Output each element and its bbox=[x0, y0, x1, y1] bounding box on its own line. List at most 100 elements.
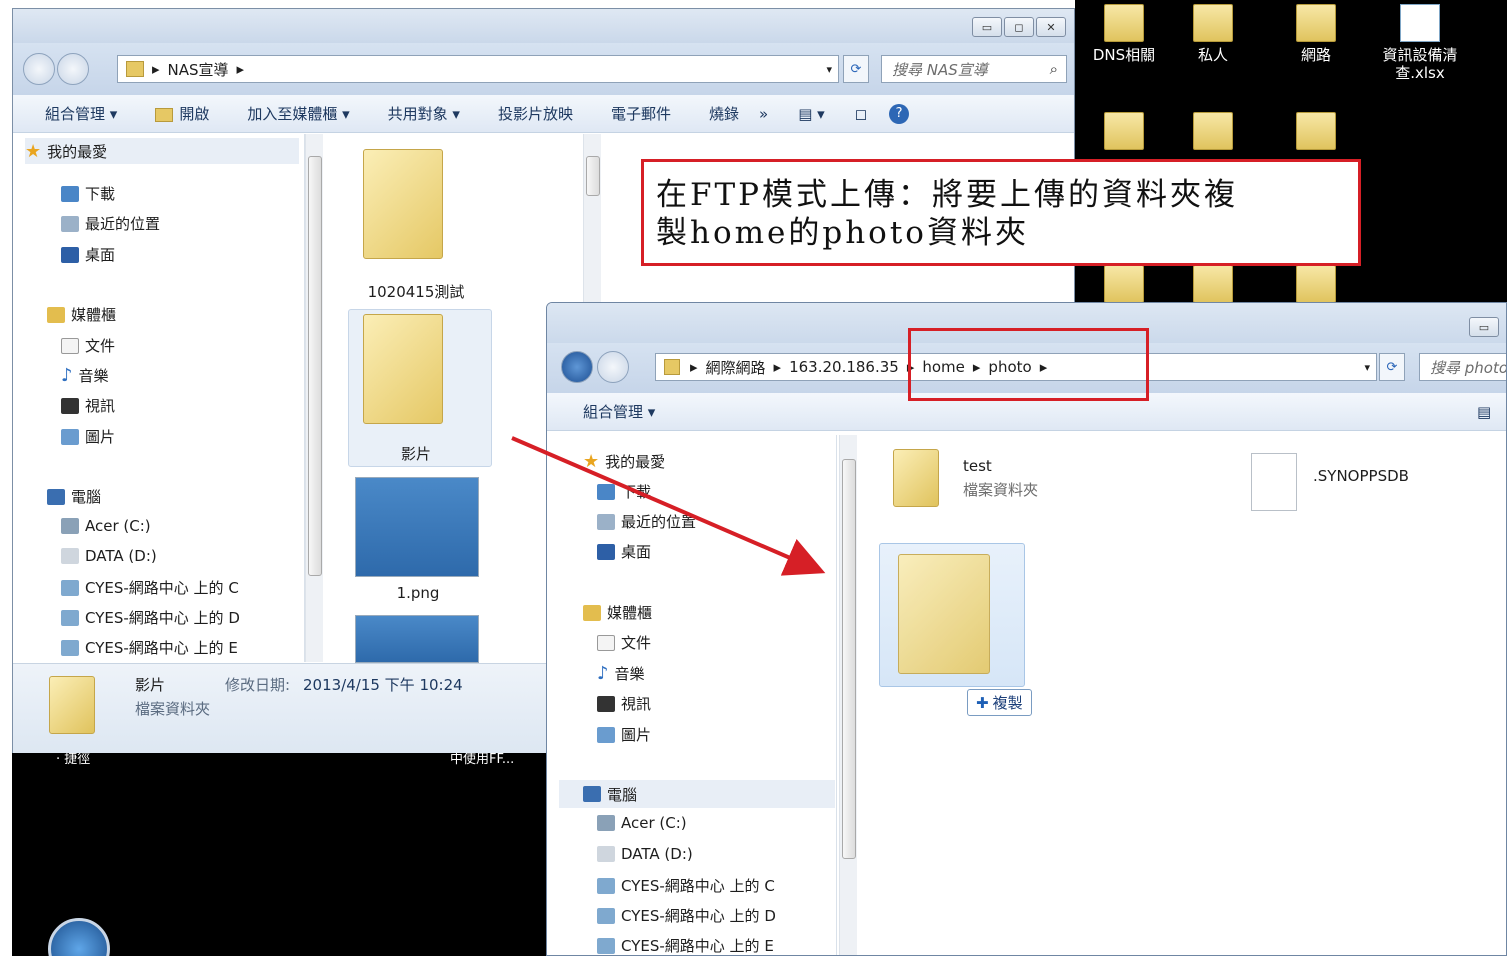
chevron-down-icon[interactable]: ▾ bbox=[826, 63, 832, 76]
nav-drive-c[interactable]: Acer (C:) bbox=[597, 814, 687, 832]
nav-documents[interactable]: 文件 bbox=[597, 632, 651, 653]
nav-computer[interactable]: 電腦 bbox=[47, 486, 101, 507]
nav-drive-d[interactable]: DATA (D:) bbox=[61, 547, 157, 565]
breadcrumb-item[interactable]: NAS宣導 bbox=[168, 59, 229, 80]
desktop-icon-xlsx[interactable]: 資訊設備清查.xlsx bbox=[1368, 4, 1472, 82]
organize-button[interactable]: 組合管理 ▾ bbox=[45, 103, 117, 124]
minimize-button[interactable]: ▭ bbox=[972, 17, 1002, 37]
nav-network-drive-c[interactable]: CYES-網路中心 上的 C bbox=[61, 577, 239, 598]
folder-icon bbox=[664, 359, 680, 375]
back-button[interactable] bbox=[23, 53, 55, 85]
nav-downloads[interactable]: 下載 bbox=[61, 183, 115, 204]
help-icon[interactable]: ? bbox=[889, 103, 910, 124]
nav-desktop[interactable]: 桌面 bbox=[597, 541, 651, 562]
file-icon[interactable] bbox=[1251, 453, 1297, 511]
slideshow-button[interactable]: 投影片放映 bbox=[498, 103, 573, 124]
nav-recent-places[interactable]: 最近的位置 bbox=[61, 213, 160, 234]
nav-libraries[interactable]: 媒體櫃 bbox=[583, 602, 652, 623]
nav-network-drive-d[interactable]: CYES-網路中心 上的 D bbox=[597, 905, 776, 926]
folder-icon[interactable] bbox=[363, 149, 443, 259]
email-button[interactable]: 電子郵件 bbox=[611, 103, 671, 124]
view-options-icon[interactable]: ▤ bbox=[1477, 403, 1491, 421]
nav-network-drive-e[interactable]: CYES-網路中心 上的 E bbox=[61, 637, 238, 658]
nav-favorites[interactable]: ★ 我的最愛 bbox=[25, 138, 299, 164]
organize-button[interactable]: 組合管理 ▾ bbox=[583, 401, 655, 422]
desktop-folder-row2-3[interactable] bbox=[1268, 112, 1364, 154]
refresh-icon[interactable]: ⟳ bbox=[843, 55, 869, 83]
nav-label: 電腦 bbox=[71, 488, 102, 506]
nav-drive-d[interactable]: DATA (D:) bbox=[597, 845, 693, 863]
desktop-icon-network[interactable]: 網路 bbox=[1268, 4, 1364, 64]
nav-network-drive-c[interactable]: CYES-網路中心 上的 C bbox=[597, 875, 775, 896]
file-name[interactable]: .SYNOPPSDB bbox=[1313, 467, 1409, 485]
breadcrumb-item[interactable]: 163.20.186.35 bbox=[789, 358, 899, 376]
search-input[interactable]: 搜尋 photo bbox=[1419, 353, 1506, 381]
browser-icon[interactable] bbox=[48, 918, 110, 956]
nav-pictures[interactable]: 圖片 bbox=[61, 426, 115, 447]
file-name[interactable]: test bbox=[963, 457, 992, 475]
scrollbar-thumb[interactable] bbox=[308, 156, 322, 576]
desktop-folder-row3-3[interactable] bbox=[1268, 265, 1364, 307]
caption-buttons: ▭ ◻ ✕ bbox=[972, 17, 1066, 37]
close-button[interactable]: ✕ bbox=[1036, 17, 1066, 37]
nav-computer[interactable]: 電腦 bbox=[559, 780, 835, 808]
libraries-icon bbox=[47, 306, 65, 323]
nav-desktop[interactable]: 桌面 bbox=[61, 244, 115, 265]
image-thumbnail[interactable] bbox=[355, 477, 479, 577]
nav-scrollbar[interactable] bbox=[839, 435, 857, 955]
nav-videos[interactable]: 視訊 bbox=[61, 395, 115, 416]
desktop-icon-private[interactable]: 私人 bbox=[1165, 4, 1261, 64]
file-name[interactable]: 影片 bbox=[361, 443, 471, 464]
nav-recent-places[interactable]: 最近的位置 bbox=[597, 511, 696, 532]
desktop-folder-row2-2[interactable] bbox=[1165, 112, 1261, 154]
desktop-folder-row3-2[interactable] bbox=[1165, 265, 1261, 307]
search-input[interactable]: 搜尋 NAS宣導 ⌕ bbox=[881, 55, 1067, 83]
nav-label: CYES-網路中心 上的 E bbox=[621, 937, 774, 955]
folder-icon[interactable] bbox=[363, 314, 443, 424]
breadcrumb-item[interactable]: 網際網路 bbox=[706, 357, 766, 378]
forward-button[interactable] bbox=[597, 351, 629, 383]
share-with-button[interactable]: 共用對象 ▾ bbox=[388, 103, 460, 124]
minimize-button[interactable]: ▭ bbox=[1469, 317, 1499, 337]
chevron-down-icon[interactable]: ▾ bbox=[1364, 361, 1370, 374]
nav-pictures[interactable]: 圖片 bbox=[597, 724, 651, 745]
burn-button[interactable]: 燒錄 bbox=[709, 103, 739, 124]
folder-icon bbox=[1104, 265, 1144, 303]
folder-icon bbox=[1193, 112, 1233, 150]
desktop-icon-dns[interactable]: DNS相關 bbox=[1076, 4, 1172, 64]
forward-button[interactable] bbox=[57, 53, 89, 85]
pictures-icon bbox=[61, 428, 79, 445]
nav-music[interactable]: ♪ 音樂 bbox=[61, 365, 109, 386]
desktop-icon-label: 私人 bbox=[1197, 46, 1228, 64]
file-name[interactable]: 1.png bbox=[363, 584, 473, 602]
nav-network-drive-d[interactable]: CYES-網路中心 上的 D bbox=[61, 607, 240, 628]
folder-icon bbox=[126, 61, 144, 77]
nav-videos[interactable]: 視訊 bbox=[597, 693, 651, 714]
nav-music[interactable]: ♪ 音樂 bbox=[597, 663, 645, 684]
add-to-library-button[interactable]: 加入至媒體櫃 ▾ bbox=[247, 103, 349, 124]
view-options-icon[interactable]: ▤ ▾ bbox=[798, 105, 824, 123]
maximize-button[interactable]: ◻ bbox=[1004, 17, 1034, 37]
nav-scrollbar[interactable] bbox=[305, 134, 323, 662]
scrollbar-thumb[interactable] bbox=[586, 156, 600, 196]
nav-network-drive-e[interactable]: CYES-網路中心 上的 E bbox=[597, 935, 774, 955]
search-icon: ⌕ bbox=[1049, 60, 1058, 78]
preview-pane-icon[interactable]: ◻ bbox=[855, 105, 867, 123]
details-pane: 影片 修改日期: 2013/4/15 下午 10:24 檔案資料夾 bbox=[13, 663, 548, 753]
nav-documents[interactable]: 文件 bbox=[61, 335, 115, 356]
nav-libraries[interactable]: 媒體櫃 bbox=[47, 304, 116, 325]
more-button[interactable]: » bbox=[759, 105, 768, 123]
nav-downloads[interactable]: 下載 bbox=[597, 481, 651, 502]
folder-icon[interactable] bbox=[893, 449, 939, 507]
breadcrumb[interactable]: ▸ NAS宣導 ▸ ▾ bbox=[117, 55, 839, 83]
image-thumbnail[interactable] bbox=[355, 615, 479, 663]
scrollbar-thumb[interactable] bbox=[842, 459, 856, 859]
open-button[interactable]: 開啟 bbox=[155, 103, 209, 124]
refresh-icon[interactable]: ⟳ bbox=[1379, 353, 1405, 381]
desktop-folder-row3-1[interactable] bbox=[1076, 265, 1172, 307]
desktop-folder-row2-1[interactable] bbox=[1076, 112, 1172, 154]
back-button[interactable] bbox=[561, 351, 593, 383]
nav-drive-c[interactable]: Acer (C:) bbox=[61, 517, 151, 535]
file-name[interactable]: 1020415測試 bbox=[361, 281, 471, 302]
nav-favorites[interactable]: ★ 我的最愛 bbox=[583, 451, 665, 472]
